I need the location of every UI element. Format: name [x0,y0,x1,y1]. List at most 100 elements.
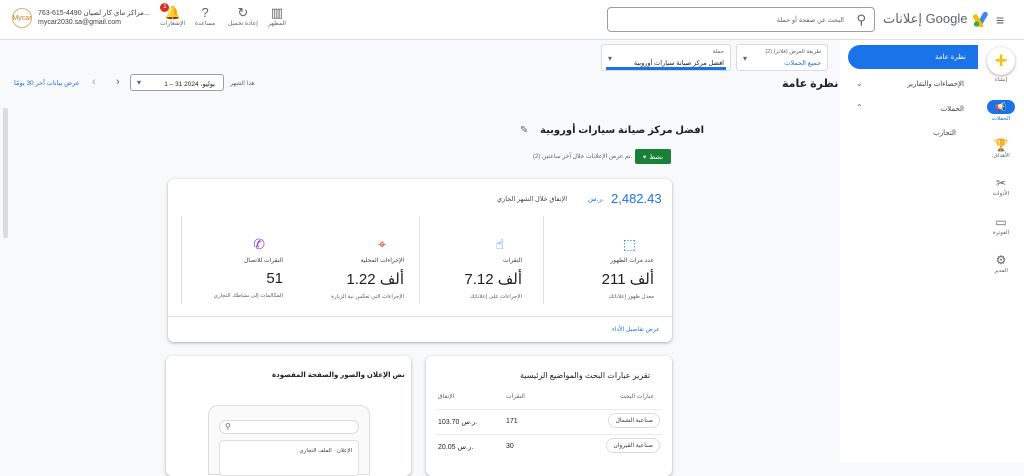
campaign-title: افضل مركز صيانة سيارات أوروبية [540,125,705,136]
view-filter-picker[interactable]: طريقة العرض (فلاتر) (2) جميع الحملات ▾ [736,44,828,71]
appearance-icon: ▥ [270,5,284,20]
view-filter-value: جميع الحملات [784,60,821,67]
divider [168,316,672,317]
rail-label-admin: المدير [994,268,1008,274]
rail-item-goals[interactable]: 🏆 الأهداف [978,138,1024,159]
create-label: إنشاء [994,77,1008,83]
metric-name: الإجراءات المحلية [360,258,404,264]
search-box[interactable]: البحث عن صفحة أو حملة ⚲ [607,7,875,32]
metric-value: 51 [266,270,283,287]
table-row[interactable]: صناعية القيروان 30 20.05 ر.س. [436,434,662,456]
campaign-picker[interactable]: حملة افضل مركز صيانة سيارات أوروبية ▾ [601,44,731,71]
metric-name: عدد مرات الظهور [610,258,654,264]
nav-item-experiments[interactable]: التجارب [933,129,956,137]
metric-value: 7.12 ألف [464,271,522,288]
help-label: مساعدة [195,21,216,27]
account-logo: Mycar [12,8,32,28]
metric-calls[interactable]: ✆ النقرات للاتصال 51 المكالمات إلى نشاطك… [173,236,283,299]
metric-impressions[interactable]: ⬚ عدد مرات الظهور 211 ألف معدل ظهور إعلا… [544,236,654,300]
status-button[interactable]: ▾ نشط [635,149,671,164]
page-title: نظرة عامة [782,78,839,90]
tools-icon: ✂ [995,176,1007,190]
brand-name: إعلانات Google [883,11,968,26]
metric-name: النقرات للاتصال [243,258,283,264]
bell-icon: 🔔 1 [160,3,181,20]
account-email: mycar2030.sa@gmail.com [38,19,121,26]
metric-value: 211 ألف [601,271,654,288]
dropdown-arrow-icon: ▾ [137,78,142,87]
rail-item-tools[interactable]: ✂ الأدوات [978,176,1024,197]
status-label: نشط [649,153,664,161]
spend-amount: 2,482.43 [611,191,662,206]
main-menu-icon[interactable]: ≡ [996,12,1004,28]
admin-icon: ⚙ [995,253,1007,267]
rail-item-campaigns[interactable]: 📢 الحملات [978,100,1024,122]
campaign-picker-label: حملة [712,49,724,55]
column-header-term: عبارات البحث [620,394,655,400]
scrollbar[interactable] [3,108,8,238]
account-name: 763-615-4490 مراكز ماي كار لصيان... [38,10,150,17]
nav-item-overview[interactable]: نظرة عامة [848,45,978,69]
search-placeholder: البحث عن صفحة أو حملة [776,17,844,24]
local-actions-icon: ⌖ [378,236,386,252]
help-button[interactable]: ? مساعدة [195,6,216,28]
appearance-button[interactable]: ▥ المظهر [268,5,286,28]
goals-icon: 🏆 [993,138,1009,152]
search-term-chip[interactable]: صناعية الشمال [608,413,660,428]
divider [543,216,544,304]
create-button[interactable]: + [987,47,1015,75]
billing-icon: ▭ [995,215,1007,229]
performance-details-link[interactable]: عرض تفاصيل الأداء [612,326,660,333]
cost-cell: 103.70 ر.س. [438,419,478,426]
column-header-cost: الإنفاق [438,394,455,400]
metric-description: الإجراءات التي تعكس نية الزيارة [331,294,404,300]
clicks-icon: ☝ [495,236,504,252]
prev-period-icon[interactable]: ‹ [92,76,96,88]
compare-last-30-days-link[interactable]: عرض بيانات آخر 30 يومًا [14,79,79,87]
refresh-icon: ↻ [237,5,249,20]
refresh-button[interactable]: ↻ إعادة تحميل [228,5,258,28]
metric-description: المكالمات إلى نشاطك التجاري [213,293,283,299]
notification-badge: 1 [160,3,170,12]
google-ads-logo-icon [972,11,991,29]
date-range-value: 1 – 31 يوليو، 2024 [164,81,215,88]
view-filter-label: طريقة العرض (فلاتر) (2) [765,49,821,55]
cost-cell: 20.05 ر.س. [438,444,474,451]
search-terms-title: تقرير عبارات البحث والمواضيع الرئيسية [520,371,651,380]
status-note: تم عرض الإعلانات خلال آخر ساعتين (2). [533,154,633,160]
metric-clicks[interactable]: ☝ النقرات 7.12 ألف الإجراءات على إعلانات… [412,236,522,300]
campaign-picker-value: افضل مركز صيانة سيارات أوروبية [633,60,724,67]
chevron-down-icon[interactable]: ⌄ [856,79,863,88]
ad-preview-title: نص الإعلان والصور والصفحة المقصودة [272,372,405,379]
google-ads-brand[interactable]: إعلانات Google [883,11,991,29]
chevron-up-icon[interactable]: ⌃ [856,103,863,112]
date-period-label: هذا الشهر [230,81,255,87]
metric-description: الإجراءات على إعلاناتك [469,294,522,300]
rail-label-campaigns: الحملات [991,116,1011,122]
mock-ad: الإعلان · الملف التجاري [219,440,359,476]
date-range-picker[interactable]: 1 – 31 يوليو، 2024 ▾ [130,74,224,91]
metric-local-actions[interactable]: ⌖ الإجراءات المحلية 1.22 ألف الإجراءات ا… [294,236,404,300]
table-row[interactable]: صناعية الشمال 171 103.70 ر.س. [436,409,662,431]
nav-item-campaigns[interactable]: الحملات [941,105,964,113]
plus-icon: + [994,48,1008,73]
account-switcher[interactable]: Mycar 763-615-4490 مراكز ماي كار لصيان..… [12,8,150,28]
dropdown-arrow-icon: ▾ [743,54,748,63]
active-indicator [606,67,726,70]
impressions-icon: ⬚ [622,236,636,252]
next-period-icon[interactable]: › [116,76,120,88]
rail-label-goals: الأهداف [992,153,1010,159]
clicks-cell: 30 [506,443,514,450]
clicks-cell: 171 [506,418,518,425]
campaigns-icon: 📢 [987,100,1015,114]
search-term-chip[interactable]: صناعية القيروان [606,438,660,453]
nav-item-insights[interactable]: الإحصاءات والتقارير [907,80,964,88]
rail-item-admin[interactable]: ⚙ المدير [978,253,1024,274]
spend-currency: ر.س. [588,196,604,203]
rail-label-tools: الأدوات [992,191,1010,197]
rail-item-billing[interactable]: ▭ الفوترة [978,215,1024,236]
divider [419,216,420,304]
notifications-button[interactable]: 🔔 1 الإشعارات [160,3,185,27]
edit-icon[interactable]: ✎ [520,125,528,136]
metric-description: معدل ظهور إعلاناتك [608,294,654,300]
